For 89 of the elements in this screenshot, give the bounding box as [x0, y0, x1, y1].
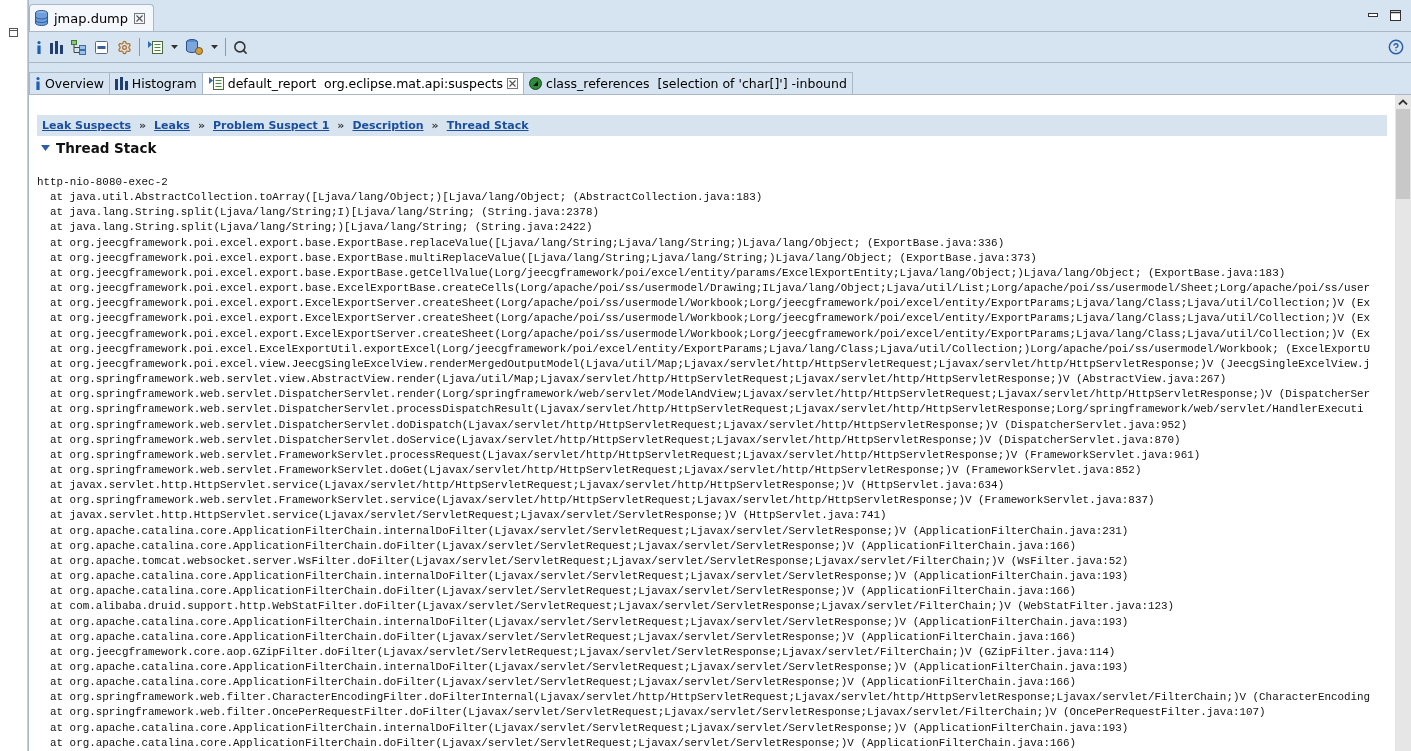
settings-button[interactable]: [116, 38, 133, 56]
stack-frame: at org.apache.catalina.core.ApplicationFilterChain.internalDoFilter(Ljavax/servlet/ServletRequest;Ljavax/servlet/ServletResponse;)V (ApplicationFilterChain.java:193): [37, 569, 1387, 585]
stack-frame: at org.springframework.web.servlet.view.AbstractView.render(Ljava/util/Map;Ljavax/servlet/http/HttpServletRequest;Ljavax/servlet/http/HttpServletResponse;)V (AbstractView.java:267): [37, 372, 1387, 388]
stack-frame: at org.apache.catalina.core.ApplicationFilterChain.doFilter(Ljavax/servlet/ServletRequest;Ljavax/servlet/ServletResponse;)V (ApplicationFilterChain.java:166): [37, 584, 1387, 600]
stack-frame: at org.springframework.web.filter.CharacterEncodingFilter.doFilterInternal(Ljavax/servlet/http/HttpServletRequest;Ljavax/servlet/http/HttpServletResponse;Ljavax/servlet/FilterChain;)V (CharacterEncoding: [37, 690, 1387, 706]
caret-icon: [171, 45, 178, 49]
stack-frame: at org.jeecgframework.poi.excel.export.base.ExportBase.getCellValue(Lorg/jeecgframework/poi/excel/entity/params/ExcelExportEntity;Ljava/lang/Object;)Ljava/lang/Object; (ExportBase.java:183): [37, 265, 1387, 282]
breadcrumb-link[interactable]: Thread Stack: [446, 119, 529, 132]
stack-frame: at org.apache.catalina.core.ApplicationFilterChain.internalDoFilter(Ljavax/servlet/ServletRequest;Ljavax/servlet/ServletResponse;)V (ApplicationFilterChain.java:231): [37, 523, 1387, 539]
heap-dump-button[interactable]: [185, 38, 204, 56]
stack-frame: at org.apache.catalina.core.ApplicationFilterChain.doFilter(Ljavax/servlet/ServletRequest;Ljavax/servlet/ServletResponse;)V (ApplicationFilterChain.java:166): [37, 675, 1387, 691]
breadcrumb-link[interactable]: Leaks: [154, 119, 190, 132]
stack-frame: at org.jeecgframework.poi.excel.export.base.ExcelExportBase.createCells(Lorg/apache/poi/ss/usermodel/Drawing;ILjava/lang/Object;Ljava/util/List;Lorg/apache/poi/ss/usermodel/Sheet;Lorg/apache/poi/ss/user: [37, 281, 1387, 297]
stack-frame: at org.jeecgframework.poi.excel.export.base.ExportBase.multiReplaceValue([Ljava/lang/String;Ljava/lang/String;)Ljava/lang/Object; (ExportBase.java:373): [37, 250, 1387, 266]
search-button[interactable]: [232, 38, 249, 56]
database-icon: [35, 10, 48, 26]
stack-frame: at java.lang.String.split(Ljava/lang/String;)[Ljava/lang/String; (String.java:2422): [37, 220, 1387, 236]
stack-frame: at org.springframework.web.servlet.DispatcherServlet.doService(Ljavax/servlet/http/HttpServletRequest;Ljavax/servlet/http/HttpServletResponse;)V (DispatcherServlet.java:870): [37, 432, 1387, 448]
tab[interactable]: default_report org.eclipse.mat.api:suspects: [201, 72, 524, 94]
report-icon: [207, 76, 224, 91]
bar-chart-icon: [114, 77, 128, 90]
breadcrumb-link[interactable]: Leak Suspects: [42, 119, 131, 132]
breadcrumb-link[interactable]: Description: [352, 119, 424, 132]
stack-frame: at org.springframework.web.servlet.FrameworkServlet.doGet(Ljavax/servlet/http/HttpServletRequest;Ljavax/servlet/http/HttpServletResponse;)V (FrameworkServlet.java:852): [37, 462, 1387, 479]
overview-button[interactable]: [35, 39, 43, 55]
stack-frame: at org.springframework.web.servlet.DispatcherServlet.doDispatch(Ljavax/servlet/http/HttpServletRequest;Ljavax/servlet/http/HttpServletResponse;)V (DispatcherServlet.java:952): [37, 417, 1387, 433]
report-icon: [147, 39, 163, 55]
stack-frame: at org.apache.tomcat.websocket.server.WsFilter.doFilter(Ljavax/servlet/ServletRequest;Ljavax/servlet/ServletResponse;Ljavax/servlet/FilterChain;)V (WsFilter.java:52): [37, 553, 1387, 570]
breadcrumb-separator: »: [337, 119, 345, 132]
stack-frame: at org.springframework.web.servlet.DispatcherServlet.render(Lorg/springframework/web/servlet/ModelAndView;Ljavax/servlet/http/HttpServletRequest;Ljavax/servlet/http/HttpServletResponse;)V (DispatcherSer: [37, 387, 1387, 403]
breadcrumb-link[interactable]: Problem Suspect 1: [213, 119, 330, 132]
stack-frame: at org.springframework.web.servlet.FrameworkServlet.processRequest(Ljavax/servlet/http/HttpServletRequest;Ljavax/servlet/http/HttpServletResponse;)V (FrameworkServlet.java:961): [37, 447, 1387, 463]
stack-frame: at org.jeecgframework.poi.excel.view.JeecgSingleExcelView.renderMergedOutputModel(Ljava/util/Map;Ljavax/servlet/http/HttpServletRequest;Ljavax/servlet/http/HttpServletResponse;)V (JeecgSingleExcelView.j: [37, 356, 1387, 373]
stack-frame: at com.alibaba.druid.support.http.WebStatFilter.doFilter(Ljavax/servlet/ServletRequest;Ljavax/servlet/ServletResponse;Ljavax/servlet/FilterChain;)V (WebStatFilter.java:123): [37, 599, 1387, 615]
stack-frame: at org.springframework.web.filter.OncePerRequestFilter.doFilter(Ljavax/servlet/ServletRequest;Ljavax/servlet/ServletResponse;Ljavax/servlet/FilterChain;)V (OncePerRequestFilter.java:107): [37, 705, 1387, 721]
scroll-thumb[interactable]: [1396, 109, 1410, 199]
stack-frame: at org.apache.catalina.core.ApplicationFilterChain.internalDoFilter(Ljavax/servlet/ServletRequest;Ljavax/servlet/ServletResponse;)V (ApplicationFilterChain.java:193): [37, 660, 1387, 676]
dropdown-button[interactable]: [170, 44, 179, 50]
editor-tab[interactable]: jmap.dump: [29, 4, 155, 31]
search-icon: [233, 39, 248, 55]
stack-frame: at org.springframework.web.servlet.FrameworkServlet.service(Ljavax/servlet/http/HttpServletRequest;Ljavax/servlet/http/HttpServletResponse;)V (FrameworkServlet.java:837): [37, 493, 1387, 509]
collapse-arrow-icon[interactable]: [41, 144, 50, 152]
stack-frame: at java.util.AbstractCollection.toArray([Ljava/lang/Object;)[Ljava/lang/Object; (AbstractCollection.java:183): [37, 190, 1387, 206]
stack-frame: at org.apache.catalina.core.ApplicationFilterChain.doFilter(Ljavax/servlet/ServletRequest;Ljavax/servlet/ServletResponse;)V (ApplicationFilterChain.java:166): [37, 735, 1387, 751]
stack-frame: at java.lang.String.split(Ljava/lang/String;I)[Ljava/lang/String; (String.java:2378): [37, 205, 1387, 221]
breadcrumb-separator: »: [139, 119, 147, 132]
close-icon[interactable]: [134, 12, 146, 24]
stack-frame: at org.jeecgframework.poi.excel.export.ExcelExportServer.createSheet(Lorg/apache/poi/ss/usermodel/Workbook;Lorg/jeecgframework/poi/excel/entity/ExportParams;Ljava/lang/Class;Ljava/util/Collection;)V (Ex: [37, 296, 1387, 312]
minimize-icon[interactable]: [1368, 13, 1378, 18]
stack-frame: at javax.servlet.http.HttpServlet.service(Ljavax/servlet/ServletRequest;Ljavax/servlet/ServletResponse;)V (HttpServlet.java:741): [37, 508, 1387, 524]
query-icon: [529, 77, 542, 90]
tab[interactable]: Histogram: [108, 72, 203, 94]
close-icon[interactable]: [507, 78, 518, 89]
caret-icon: [211, 45, 218, 49]
stack-frame: at javax.servlet.http.HttpServlet.service(Ljavax/servlet/http/HttpServletRequest;Ljavax/servlet/http/HttpServletResponse;)V (HttpServlet.java:634): [37, 478, 1387, 494]
stack-frame: at org.springframework.web.servlet.DispatcherServlet.processDispatchResult(Ljavax/servlet/http/HttpServletRequest;Ljavax/servlet/http/HttpServletResponse;Lorg/springframework/web/servlet/HandlerExecuti: [37, 402, 1387, 418]
gear-icon: [117, 39, 132, 55]
scrollbar[interactable]: [1395, 95, 1411, 751]
stack-frame: at org.apache.catalina.core.ApplicationFilterChain.doFilter(Ljavax/servlet/ServletRequest;Ljavax/servlet/ServletResponse;)V (ApplicationFilterChain.java:166): [37, 538, 1387, 554]
info-icon: [36, 40, 42, 54]
stack-frame: at org.apache.catalina.core.ApplicationFilterChain.doFilter(Ljavax/servlet/ServletRequest;Ljavax/servlet/ServletResponse;)V (ApplicationFilterChain.java:166): [37, 629, 1387, 645]
stack-frame: at org.jeecgframework.poi.excel.export.ExcelExportServer.createSheet(Lorg/apache/poi/ss/usermodel/Workbook;Lorg/jeecgframework/poi/excel/entity/ExportParams;Ljava/lang/Class;Ljava/util/Collection;)V (Ex: [37, 326, 1387, 342]
scroll-up-icon[interactable]: [1398, 99, 1408, 105]
help-icon: [1388, 39, 1404, 55]
reports-button[interactable]: [146, 38, 164, 56]
tab[interactable]: Overview: [29, 72, 110, 94]
tab[interactable]: class_references [selection of 'char[]'] -inbound: [523, 72, 853, 94]
breadcrumb-separator: »: [431, 119, 439, 132]
maximize-icon[interactable]: [1390, 10, 1401, 21]
section-heading: Thread Stack: [56, 140, 157, 156]
dominator-tree-button[interactable]: [70, 38, 87, 56]
stack-frame: at org.apache.catalina.core.ApplicationFilterChain.internalDoFilter(Ljavax/servlet/ServletRequest;Ljavax/servlet/ServletResponse;)V (ApplicationFilterChain.java:193): [37, 614, 1387, 630]
help-button[interactable]: [1387, 38, 1405, 56]
stack-frame: at org.jeecgframework.poi.excel.ExcelExportUtil.exportExcel(Lorg/jeecgframework/poi/excel/entity/ExportParams;Ljava/lang/Class;Ljava/util/Collection;)Lorg/apache/poi/ss/usermodel/Workbook; (ExcelExportU: [37, 341, 1387, 357]
query-browser-button[interactable]: [93, 38, 110, 56]
database-gear-icon: [186, 39, 203, 55]
dropdown-button[interactable]: [210, 44, 219, 50]
info-icon: [35, 77, 41, 90]
window-icon: [9, 28, 18, 37]
stack-frame: at org.apache.catalina.core.ApplicationFilterChain.internalDoFilter(Ljavax/servlet/ServletRequest;Ljavax/servlet/ServletResponse;)V (ApplicationFilterChain.java:193): [37, 720, 1387, 736]
stack-frame: at org.jeecgframework.core.aop.GZipFilter.doFilter(Ljavax/servlet/ServletRequest;Ljavax/servlet/ServletResponse;Ljavax/servlet/FilterChain;)V (GZipFilter.java:114): [37, 644, 1387, 660]
tree-icon: [71, 39, 86, 55]
histogram-button[interactable]: [49, 39, 64, 55]
bar-chart-icon: [50, 40, 63, 54]
breadcrumb-separator: »: [197, 119, 205, 132]
thread-name: http-nio-8080-exec-2: [37, 175, 169, 190]
stack-frame: at org.jeecgframework.poi.excel.export.ExcelExportServer.createSheet(Lorg/apache/poi/ss/usermodel/Workbook;Lorg/jeecgframework/poi/excel/entity/ExportParams;Ljava/lang/Class;Ljava/util/Collection;)V (Ex: [37, 311, 1387, 327]
document-icon: [94, 39, 109, 55]
stack-frame: at org.jeecgframework.poi.excel.export.base.ExportBase.replaceValue([Ljava/lang/String;Ljava/lang/String;)Ljava/lang/Object; (ExportBase.java:336): [37, 235, 1387, 251]
